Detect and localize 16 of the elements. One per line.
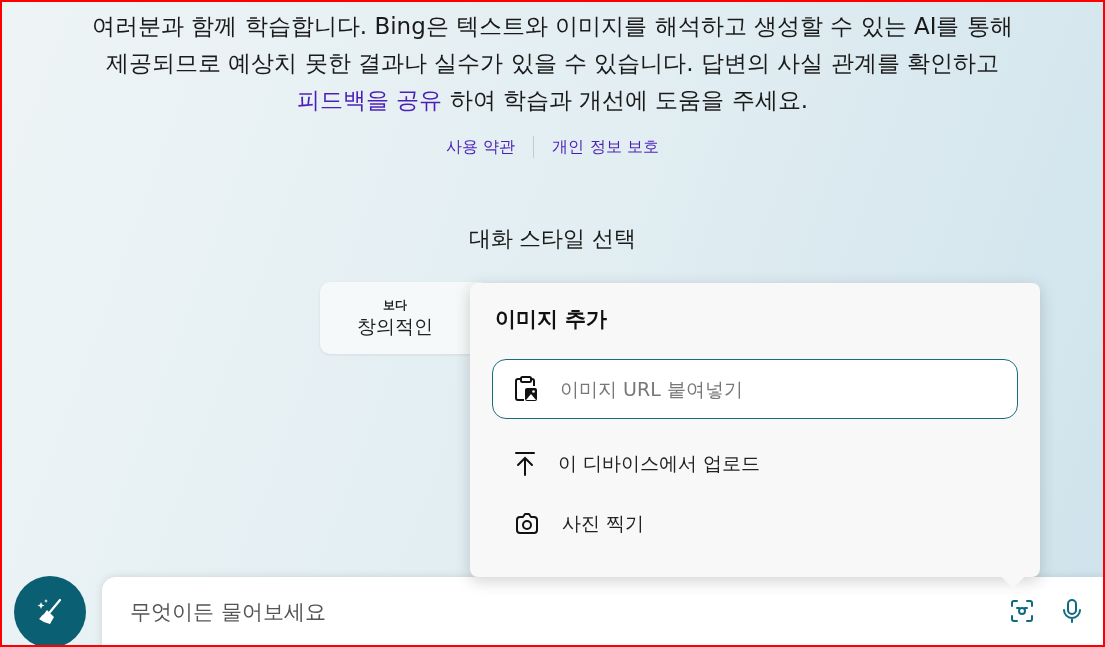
camera-icon [514,512,540,536]
scan-icon [1009,598,1035,624]
legal-link[interactable]: 개인 정보 보호 [552,136,659,158]
legal-link[interactable]: 사용 약관 [446,136,516,158]
microphone-icon [1061,598,1083,624]
chat-input[interactable]: 무엇이든 물어보세요 [128,591,983,633]
menu-item[interactable]: 이 디바이스에서 업로드 [492,449,761,479]
disclaimer-text: 여러분과 함께 학습합니다. Bing은 텍스트와 이미지를 해석하고 생성할 수 있는 AI를 통해 제공되므로 예상치 못한 결과나 실수가 있을 수 있습니다. 답변의 사실 관계를 확인하고 피드백을 공유 하여 학습과 개선에 도움을 주세요. [91,12,1014,115]
chat-input-bar[interactable]: 무엇이든 물어보세요 [102,577,1103,645]
menu-item[interactable]: 사진 찍기 [492,509,645,539]
section-heading: 대화 스타일 선택 [468,225,637,253]
clipboard-image-icon [513,375,539,403]
popup-title: 이미지 추가 [495,306,609,333]
feedback-link[interactable]: 피드백을 공유 [296,87,443,113]
image-url-field[interactable]: 이미지 URL 붙여넣기 [492,359,1018,419]
upload-icon [514,451,536,477]
